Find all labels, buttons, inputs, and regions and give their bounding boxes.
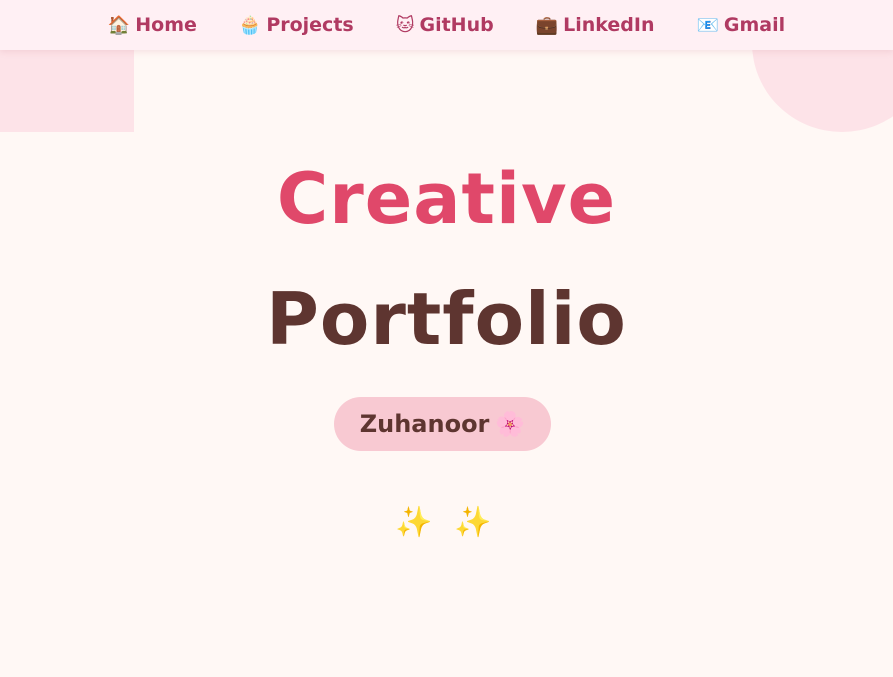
cherry-blossom-icon: 🌸 [495,410,526,438]
nav-projects-label: Projects [266,14,354,36]
top-navigation: 🏠 Home 🧁 Projects 🐱 GitHub 💼 LinkedIn 📧 … [0,0,893,50]
name-text: Zuhanoor [359,410,490,438]
house-icon: 🏠 [107,14,131,36]
nav-github-label: GitHub [419,14,494,36]
name-badge: Zuhanoor 🌸 [334,397,551,451]
nav-home-link[interactable]: 🏠 Home [108,14,197,36]
nav-linkedin-link[interactable]: 💼 LinkedIn [536,14,655,36]
nav-gmail-label: Gmail [723,14,786,36]
hero-title-portfolio: Portfolio [266,277,627,361]
email-icon: 📧 [696,14,719,36]
nav-home-label: Home [135,14,197,36]
nav-gmail-link[interactable]: 📧 Gmail [696,14,785,36]
cupcake-icon: 🧁 [238,14,262,36]
nav-projects-link[interactable]: 🧁 Projects [239,14,354,36]
briefcase-icon: 💼 [535,14,559,36]
hero-title-creative: Creative [276,158,617,240]
sparkles-icon: ✨ ✨ [395,505,498,540]
decorative-rectangle [0,50,134,132]
nav-github-link[interactable]: 🐱 GitHub [396,14,494,36]
cat-icon: 🐱 [395,14,415,36]
nav-linkedin-label: LinkedIn [563,14,655,36]
